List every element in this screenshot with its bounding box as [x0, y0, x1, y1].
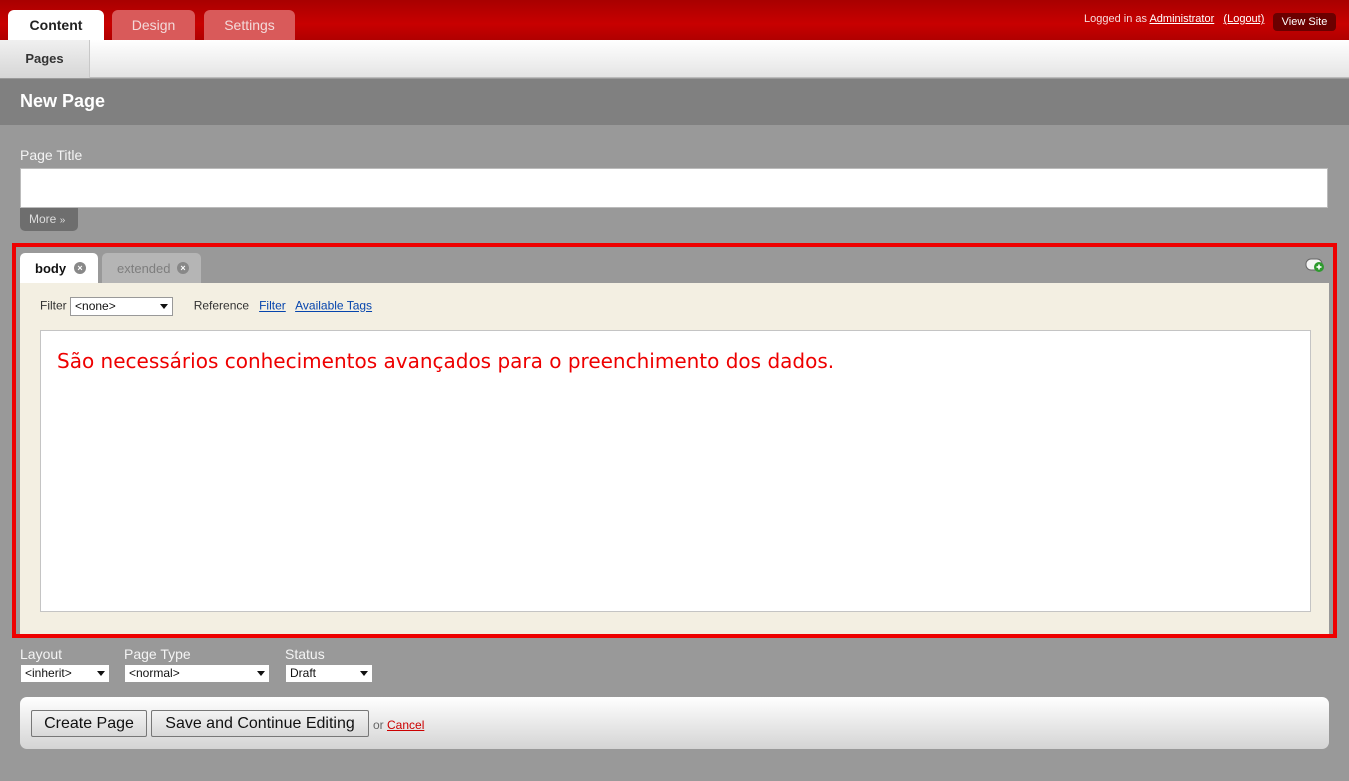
tab-body[interactable]: body ×	[20, 253, 98, 283]
form-actions: Create Page Save and Continue Editing or…	[20, 697, 1329, 749]
tab-content[interactable]: Content	[8, 10, 104, 40]
tab-extended[interactable]: extended ×	[102, 253, 201, 283]
logged-in-label: Logged in as	[1084, 13, 1147, 25]
chevron-down-icon	[97, 671, 105, 676]
more-button[interactable]: More »	[20, 208, 78, 231]
status-label: Status	[285, 646, 325, 662]
double-chevron-down-icon: »	[59, 215, 66, 226]
layout-select[interactable]: <inherit>	[20, 664, 110, 683]
page-header: New Page	[0, 79, 1349, 125]
status-select-value: Draft	[290, 666, 317, 680]
layout-label: Layout	[20, 646, 63, 662]
page-type-label: Page Type	[124, 646, 191, 662]
create-page-button[interactable]: Create Page	[31, 710, 147, 737]
username-link[interactable]: Administrator	[1149, 13, 1214, 25]
reference-label: Reference	[193, 298, 250, 313]
page-type-select[interactable]: <normal>	[124, 664, 270, 683]
page-title: New Page	[20, 91, 106, 111]
body-content-text: São necessários conhecimentos avançados …	[57, 349, 835, 373]
tab-extended-label: extended	[117, 261, 171, 276]
view-site-button[interactable]: View Site	[1273, 13, 1336, 31]
reference-filter-link[interactable]: Filter	[259, 299, 286, 313]
sub-navigation: Pages	[0, 40, 1349, 78]
top-navigation-bar: Content Design Settings Logged in as Adm…	[0, 0, 1349, 40]
filter-row: Filter <none> Reference Filter Available…	[40, 297, 372, 316]
available-tags-link[interactable]: Available Tags	[295, 299, 372, 313]
chevron-down-icon	[160, 304, 169, 309]
filter-select-value: <none>	[75, 299, 116, 313]
logout-link[interactable]: (Logout)	[1223, 13, 1264, 25]
body-content-textarea[interactable]: São necessários conhecimentos avançados …	[40, 330, 1311, 612]
page-parts-editor: body × extended × Filter <none> Referenc…	[12, 243, 1337, 638]
subnav-pages[interactable]: Pages	[0, 40, 90, 78]
status-select[interactable]: Draft	[285, 664, 373, 683]
more-label: More	[29, 212, 57, 226]
close-icon[interactable]: ×	[177, 262, 189, 274]
chevron-down-icon	[360, 671, 368, 676]
add-part-icon[interactable]	[1305, 257, 1325, 273]
filter-select[interactable]: <none>	[70, 297, 174, 316]
save-continue-button[interactable]: Save and Continue Editing	[151, 710, 369, 737]
editor-panel: Filter <none> Reference Filter Available…	[20, 283, 1329, 634]
user-info: Logged in as Administrator (Logout)	[1084, 13, 1264, 25]
tab-settings[interactable]: Settings	[204, 10, 295, 40]
page-title-label: Page Title	[20, 147, 83, 163]
cancel-link[interactable]: Cancel	[387, 718, 424, 732]
or-text: or	[373, 718, 384, 732]
layout-select-value: <inherit>	[25, 666, 72, 680]
page-title-input[interactable]	[20, 168, 1328, 208]
page-type-select-value: <normal>	[129, 666, 180, 680]
filter-label: Filter	[40, 298, 67, 313]
chevron-down-icon	[257, 671, 265, 676]
tab-design[interactable]: Design	[112, 10, 195, 40]
tab-body-label: body	[35, 261, 67, 276]
close-icon[interactable]: ×	[74, 262, 86, 274]
